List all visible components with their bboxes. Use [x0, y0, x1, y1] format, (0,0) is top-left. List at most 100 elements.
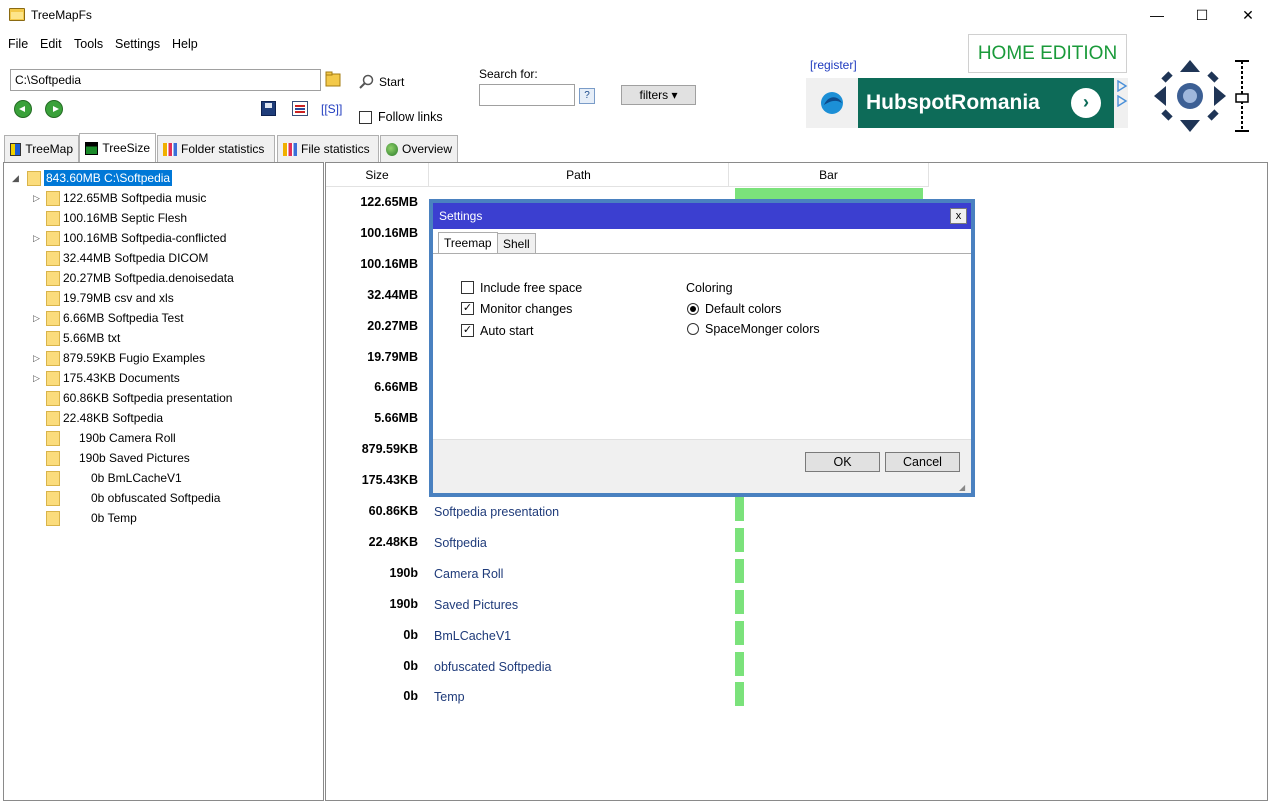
filters-button[interactable]: filters ▾ [621, 85, 696, 105]
search-input[interactable] [479, 84, 575, 106]
tree-item[interactable]: 60.86KB Softpedia presentation [46, 388, 232, 408]
folder-icon [46, 210, 60, 226]
table-row[interactable]: 190b Camera Roll [326, 558, 1267, 590]
monitor-changes-checkbox[interactable]: ✓ [461, 302, 474, 315]
size-cell: 175.43KB [361, 473, 418, 488]
tree-item[interactable]: 22.48KB Softpedia [46, 408, 163, 428]
s-link[interactable]: [[S]] [321, 102, 342, 116]
tree-item[interactable]: 100.16MB Softpedia-conflicted [46, 228, 226, 248]
folder-icon [46, 510, 60, 526]
expand-arrow-icon[interactable]: ▷ [33, 374, 41, 383]
tree-item[interactable]: 175.43KB Documents [46, 368, 180, 388]
cancel-button[interactable]: Cancel [885, 452, 960, 472]
tree-item[interactable]: 0b Temp [46, 508, 137, 528]
column-header-path[interactable]: Path [429, 163, 729, 187]
collapse-arrow-icon[interactable]: ◢ [12, 174, 20, 183]
table-row[interactable]: 60.86KB Softpedia presentation [326, 497, 1267, 528]
close-button[interactable]: ✕ [1225, 0, 1271, 31]
table-row[interactable]: 190b Saved Pictures [326, 589, 1267, 621]
tree-item[interactable]: 879.59KB Fugio Examples [46, 348, 205, 368]
include-free-space-label: Include free space [480, 281, 583, 295]
ad-arrow-icon[interactable]: › [1071, 88, 1101, 118]
search-help-button[interactable]: ? [579, 88, 595, 104]
include-free-space-checkbox[interactable] [461, 281, 474, 294]
column-header-size[interactable]: Size [326, 163, 429, 187]
size-bar [735, 651, 744, 676]
register-link[interactable]: [register] [810, 58, 857, 72]
tree-item[interactable]: 6.66MB Softpedia Test [46, 308, 184, 328]
tree-item[interactable]: 0b obfuscated Softpedia [46, 488, 220, 508]
adchoices-icon[interactable] [1116, 94, 1128, 108]
tree-item[interactable]: 190b Camera Roll [46, 428, 176, 448]
folder-icon [46, 390, 60, 406]
menu-tools[interactable]: Tools [74, 37, 103, 51]
app-folder-icon [9, 8, 25, 21]
save-icon[interactable] [261, 101, 276, 116]
size-bar [735, 497, 744, 521]
tab-overview[interactable]: Overview [380, 135, 458, 162]
ok-button[interactable]: OK [805, 452, 880, 472]
settings-dialog: Settings x Treemap Shell Include free sp… [429, 199, 975, 497]
tab-label: TreeSize [102, 141, 150, 155]
tree-item[interactable]: 19.79MB csv and xls [46, 288, 174, 308]
folder-icon [46, 290, 60, 306]
expand-arrow-icon[interactable]: ▷ [33, 234, 41, 243]
zoom-slider[interactable] [1233, 58, 1251, 134]
folder-icon [46, 470, 60, 486]
spacemonger-colors-radio[interactable] [687, 323, 699, 335]
table-row[interactable]: 0b obfuscated Softpedia [326, 651, 1267, 683]
tab-label: Folder statistics [181, 142, 265, 156]
tree-item-label: 0b BmLCacheV1 [91, 471, 182, 485]
tree-item-label: 0b obfuscated Softpedia [91, 491, 221, 505]
treesize-icon [85, 141, 99, 155]
size-cell: 19.79MB [367, 349, 418, 364]
tab-treemap[interactable]: TreeMap [4, 135, 79, 162]
tree-item[interactable]: 32.44MB Softpedia DICOM [46, 248, 208, 268]
resize-grip-icon[interactable]: ◢ [959, 483, 967, 492]
menu-help[interactable]: Help [172, 37, 198, 51]
dialog-close-button[interactable]: x [950, 208, 967, 224]
home-edition-badge[interactable]: HOME EDITION [968, 34, 1127, 73]
expand-arrow-icon[interactable]: ▷ [33, 354, 41, 363]
overview-icon [386, 142, 398, 156]
tree-root[interactable]: 843.60MB C:\Softpedia [27, 168, 173, 188]
table-row[interactable]: 0b Temp [326, 682, 1267, 713]
report-icon[interactable] [292, 101, 308, 116]
tree-item[interactable]: 5.66MB txt [46, 328, 120, 348]
expand-arrow-icon[interactable]: ▷ [33, 314, 41, 323]
menu-file[interactable]: File [8, 37, 28, 51]
auto-start-checkbox[interactable]: ✓ [461, 324, 474, 337]
tab-treesize[interactable]: TreeSize [79, 133, 156, 162]
menu-edit[interactable]: Edit [40, 37, 62, 51]
table-row[interactable]: 22.48KB Softpedia [326, 527, 1267, 559]
expand-arrow-icon[interactable]: ▷ [33, 194, 41, 203]
minimize-button[interactable]: — [1134, 0, 1180, 31]
maximize-button[interactable]: ☐ [1179, 0, 1225, 31]
treemap-navigation-icon[interactable] [1152, 58, 1228, 134]
tree-item[interactable]: 0b BmLCacheV1 [46, 468, 182, 488]
dialog-tab-shell[interactable]: Shell [497, 233, 536, 254]
size-bar [735, 682, 744, 707]
default-colors-radio[interactable] [687, 303, 699, 315]
adchoices-icon[interactable] [1116, 79, 1128, 93]
menu-settings[interactable]: Settings [115, 37, 160, 51]
browse-folder-icon[interactable] [325, 71, 341, 88]
spacemonger-colors-label: SpaceMonger colors [705, 322, 820, 336]
start-button[interactable]: Start [359, 72, 404, 92]
size-cell: 0b [403, 658, 418, 673]
auto-start-label: Auto start [480, 324, 534, 338]
forward-button[interactable] [45, 100, 63, 118]
column-header-bar[interactable]: Bar [729, 163, 929, 187]
path-input[interactable]: C:\Softpedia [10, 69, 321, 91]
table-row[interactable]: 0b BmLCacheV1 [326, 620, 1267, 652]
tree-item[interactable]: 100.16MB Septic Flesh [46, 208, 187, 228]
tab-file-statistics[interactable]: File statistics [277, 135, 379, 162]
tree-item[interactable]: 122.65MB Softpedia music [46, 188, 206, 208]
tree-item[interactable]: 20.27MB Softpedia.denoisedata [46, 268, 234, 288]
tree-item[interactable]: 190b Saved Pictures [46, 448, 190, 468]
tab-folder-statistics[interactable]: Folder statistics [157, 135, 275, 162]
back-button[interactable] [14, 100, 32, 118]
follow-links-checkbox[interactable] [359, 111, 372, 124]
dialog-tab-treemap[interactable]: Treemap [438, 232, 498, 254]
folder-tree[interactable]: ◢ 843.60MB C:\Softpedia ▷ 122.65MB Softpe… [3, 162, 324, 801]
